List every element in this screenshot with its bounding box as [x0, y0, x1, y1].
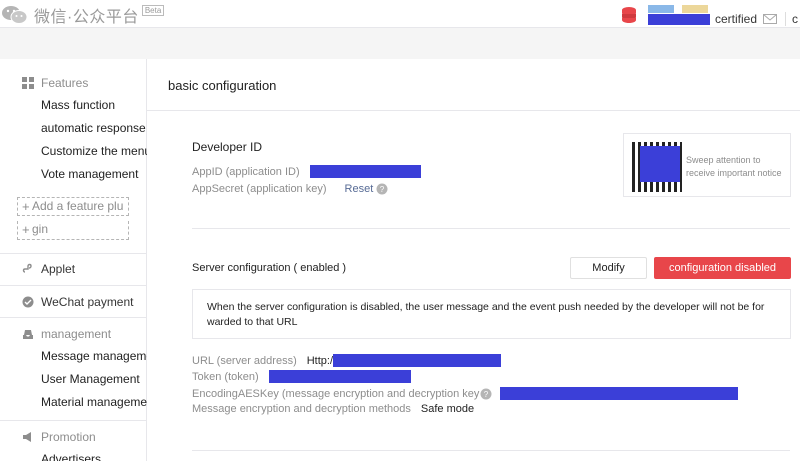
promotion-label: Promotion: [41, 430, 96, 444]
certified-status: certified: [714, 12, 757, 26]
help-icon[interactable]: ?: [376, 183, 388, 195]
applet-icon: [22, 263, 32, 273]
encryption-method-label: Message encryption and decryption method…: [192, 403, 411, 415]
add-plugin-extra: gin: [32, 222, 49, 236]
svg-text:?: ?: [380, 185, 385, 194]
divider: [192, 450, 790, 451]
beta-badge: Beta: [141, 4, 165, 16]
qr-notice-card: Sweep attention to receive important not…: [623, 133, 791, 197]
payment-group[interactable]: WeChat payment: [0, 291, 147, 313]
sidebar-item-wechat-payment[interactable]: WeChat payment: [0, 291, 147, 313]
logout-link[interactable]: c: [792, 12, 800, 26]
redacted-appid: [309, 165, 421, 178]
add-feature-plugin-overflow[interactable]: + gin: [17, 221, 129, 240]
divider: [0, 317, 147, 318]
appsecret-row: AppSecret (application key) Reset ?: [192, 183, 388, 195]
sidebar-item-applet[interactable]: Applet: [0, 258, 147, 280]
logo[interactable]: 微信·公众平台 Beta: [0, 3, 165, 27]
aes-key-label: EncodingAESKey (message encryption and d…: [192, 387, 480, 400]
features-header: Features: [0, 72, 147, 94]
wechat-payment-label: WeChat payment: [41, 295, 134, 309]
payment-icon: [22, 296, 34, 308]
megaphone-icon: [23, 432, 31, 442]
wechat-logo-icon: [2, 6, 28, 24]
help-icon[interactable]: ?: [480, 388, 492, 400]
redacted-aes-key: [500, 387, 739, 400]
sidebar-item-user-management[interactable]: User Management: [0, 368, 147, 391]
sidebar-item-mass-function[interactable]: Mass function: [0, 94, 147, 117]
mail-icon[interactable]: [763, 14, 777, 24]
divider: [0, 285, 147, 286]
add-feature-plugin-button[interactable]: + Add a feature plu: [17, 197, 129, 216]
page-title: basic configuration: [168, 78, 277, 93]
developer-id-title: Developer ID: [192, 140, 263, 154]
main-panel: basic configuration Developer ID AppID (…: [147, 59, 800, 461]
sidebar: Features Mass function automatic respons…: [0, 59, 147, 461]
sidebar-item-vote-management[interactable]: Vote management: [0, 163, 147, 186]
management-group: management Message manageme... User Mana…: [0, 323, 147, 414]
inbox-icon: [23, 330, 33, 339]
redacted-token: [268, 370, 411, 383]
reset-appsecret-link[interactable]: Reset: [345, 183, 374, 195]
server-config-notice: When the server configuration is disable…: [192, 289, 791, 339]
brand-name: 微信·公众平台: [34, 9, 139, 26]
sidebar-item-advertisers[interactable]: Advertisers: [0, 448, 147, 461]
sidebar-item-message-management[interactable]: Message manageme...: [0, 345, 147, 368]
applet-label: Applet: [41, 262, 76, 276]
aes-key-row: EncodingAESKey (message encryption and d…: [192, 387, 739, 400]
promotion-header: Promotion: [0, 426, 147, 448]
features-group: Features Mass function automatic respons…: [0, 72, 147, 186]
sidebar-item-material-management[interactable]: Material management: [0, 391, 147, 414]
level-badge-icon: [681, 5, 708, 13]
url-label: URL (server address): [192, 354, 297, 367]
disable-configuration-button[interactable]: configuration disabled: [654, 257, 791, 279]
management-label: management: [41, 327, 112, 341]
token-row: Token (token): [192, 370, 411, 383]
appid-row: AppID (application ID): [192, 165, 421, 178]
redacted-url: [333, 354, 502, 367]
plus-icon: +: [22, 199, 30, 214]
database-icon: [621, 7, 636, 23]
encryption-method-row: Message encryption and decryption method…: [192, 403, 474, 415]
add-plugin-label: Add a feature plu: [32, 199, 124, 213]
redacted-account: [647, 14, 710, 25]
divider: [785, 12, 786, 26]
divider: [147, 110, 800, 111]
qr-line-1: Sweep attention to: [686, 155, 761, 165]
sidebar-item-customize-menu[interactable]: Customize the menu: [0, 140, 147, 163]
qr-notice-text: Sweep attention to receive important not…: [686, 154, 782, 180]
appsecret-label: AppSecret (application key): [192, 183, 327, 195]
features-label: Features: [41, 76, 89, 90]
applet-group[interactable]: Applet: [0, 258, 147, 280]
server-config-title: Server configuration ( enabled ): [192, 262, 347, 274]
divider: [192, 228, 790, 229]
plus-icon: +: [22, 222, 30, 237]
svg-text:?: ?: [484, 390, 489, 399]
modify-button[interactable]: Modify: [570, 257, 647, 279]
token-label: Token (token): [192, 370, 259, 383]
account-name[interactable]: [647, 5, 710, 25]
appid-label: AppID (application ID): [192, 165, 300, 178]
divider: [0, 253, 147, 254]
url-prefix: Http:/: [306, 354, 334, 367]
verify-badge-icon: [647, 5, 674, 13]
promotion-group: Promotion Advertisers: [0, 426, 147, 461]
sidebar-item-automatic-response[interactable]: automatic response: [0, 117, 147, 140]
management-header: management: [0, 323, 147, 345]
top-bar: 微信·公众平台 Beta certified c: [0, 0, 800, 28]
grid-icon: [22, 77, 34, 89]
encryption-method-value: Safe mode: [420, 403, 475, 415]
divider: [0, 420, 147, 421]
qr-line-2: receive important notice: [686, 168, 782, 178]
redacted-qr: [640, 146, 680, 182]
url-row: URL (server address) Http:/: [192, 354, 502, 367]
